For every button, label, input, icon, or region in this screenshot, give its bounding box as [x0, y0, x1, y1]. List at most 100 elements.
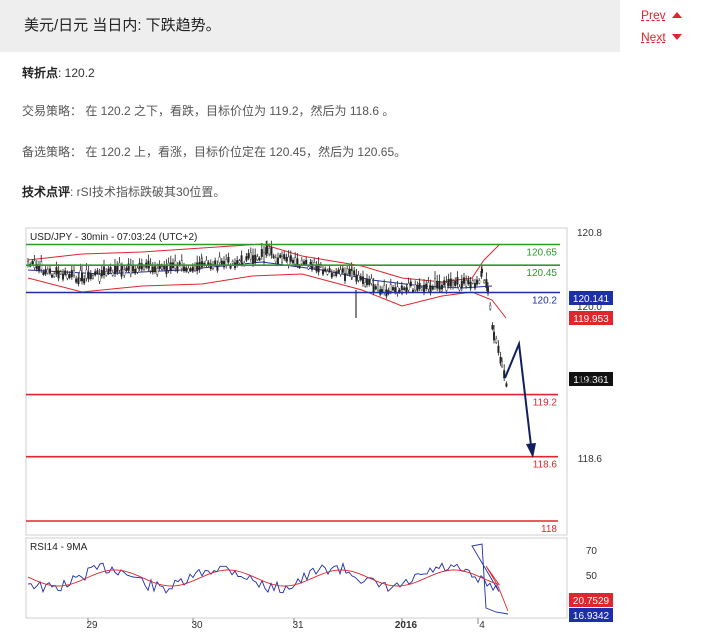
candle-body: [392, 287, 395, 291]
candle-body: [38, 265, 41, 272]
candle-body: [452, 282, 455, 288]
candle-body: [357, 275, 360, 281]
candle-body: [394, 287, 397, 293]
candle-body: [431, 286, 434, 290]
candle-body: [167, 263, 170, 271]
page-title: 美元/日元 当日内: 下跌趋势。: [24, 17, 221, 34]
candle-body: [434, 277, 437, 287]
candle-body: [258, 257, 261, 261]
x-axis-tick-label: 2016: [395, 620, 418, 630]
strategy-line: 交易策略： 在 120.2 之下，看跌，目标价位为 119.2，然后为 118.…: [22, 102, 394, 119]
candle-body: [359, 276, 362, 281]
candle-body: [441, 284, 444, 290]
price-axis-tick: 120.0: [577, 302, 602, 313]
candle-body: [62, 273, 65, 280]
triangle-up-icon: [671, 12, 682, 18]
candle-body: [425, 283, 428, 290]
candle-body: [196, 262, 199, 272]
candle-body: [247, 253, 250, 259]
candle-body: [227, 256, 230, 263]
candle-body: [333, 272, 336, 276]
candle-body: [107, 268, 110, 274]
candle-body: [326, 271, 329, 275]
candle-body: [374, 286, 377, 290]
candle-body: [123, 269, 126, 276]
candle-body: [116, 266, 119, 273]
candle-body: [169, 262, 172, 271]
candle-body: [151, 266, 154, 273]
candle-body: [238, 260, 241, 264]
candle-body: [245, 256, 248, 261]
candle-body: [136, 267, 139, 273]
candle-body: [109, 266, 112, 272]
candle-body: [98, 274, 101, 282]
price-axis-tick: 120.8: [577, 228, 602, 239]
candle-body: [66, 273, 69, 279]
candle-body: [83, 278, 86, 284]
candle-body: [265, 246, 268, 254]
candle-body: [214, 260, 217, 265]
chart-title: USD/JPY - 30min - 07:03:24 (UTC+2): [30, 232, 197, 243]
candle-body: [91, 275, 94, 279]
candle-body: [447, 279, 450, 286]
candle-body: [471, 280, 474, 284]
candle-body: [134, 268, 137, 274]
candle-body: [478, 280, 481, 284]
candle-body: [296, 258, 299, 266]
candle-body: [102, 266, 105, 276]
candle-body: [100, 270, 103, 277]
alt-strategy-label: 备选策略：: [22, 145, 83, 159]
candle-body: [300, 260, 303, 265]
candle-body: [270, 247, 273, 256]
candle-body: [294, 257, 297, 265]
usdjpy-chart: 120.65120.45120.2119.2118.6118 120.14111…: [25, 227, 613, 630]
candle-body: [129, 265, 132, 275]
candle-body: [467, 279, 470, 284]
candle-body: [57, 270, 60, 279]
candle-body: [493, 331, 496, 341]
candle-body: [351, 270, 354, 278]
candle-body: [31, 261, 34, 265]
candle-body: [251, 255, 254, 264]
prev-link[interactable]: Prev: [641, 8, 682, 22]
candle-body: [427, 282, 430, 290]
pivot-value: : 120.2: [58, 66, 95, 80]
candle-body: [279, 254, 282, 258]
candle-body: [113, 265, 116, 274]
candle-body: [182, 266, 185, 272]
pivot-label: 转折点: [22, 66, 59, 80]
candle-body: [445, 282, 448, 291]
candle-body: [274, 257, 277, 263]
candle-body: [276, 257, 279, 264]
level-label-120.2: 120.2: [532, 296, 557, 307]
candle-body: [335, 271, 338, 276]
candle-body: [389, 284, 392, 292]
candle-body: [77, 277, 80, 285]
x-axis-tick-label: 4: [479, 620, 485, 630]
level-label-118: 118: [541, 524, 557, 535]
candle-body: [87, 271, 90, 280]
candle-body: [489, 305, 492, 310]
rsi-title: RSI14 - 9MA: [30, 542, 88, 553]
candle-body: [118, 262, 121, 271]
price-marker-label: 119.953: [573, 314, 609, 325]
candle-body: [483, 280, 486, 284]
candle-body: [485, 279, 488, 288]
prev-label[interactable]: Prev: [641, 8, 666, 22]
candle-body: [46, 269, 49, 274]
candle-body: [339, 269, 342, 275]
candle-body: [44, 269, 47, 275]
x-axis-tick-label: 31: [292, 620, 304, 630]
candle-body: [262, 252, 265, 262]
candle-body: [131, 265, 134, 272]
next-label[interactable]: Next: [641, 30, 666, 44]
next-link[interactable]: Next: [641, 30, 682, 44]
candle-body: [89, 273, 92, 279]
candle-body: [289, 255, 292, 262]
candle-body: [283, 254, 286, 260]
candle-body: [407, 283, 410, 291]
candle-body: [429, 285, 432, 293]
candle-body: [42, 271, 45, 275]
candle-body: [51, 274, 54, 278]
x-axis-tick-label: 29: [86, 620, 98, 630]
